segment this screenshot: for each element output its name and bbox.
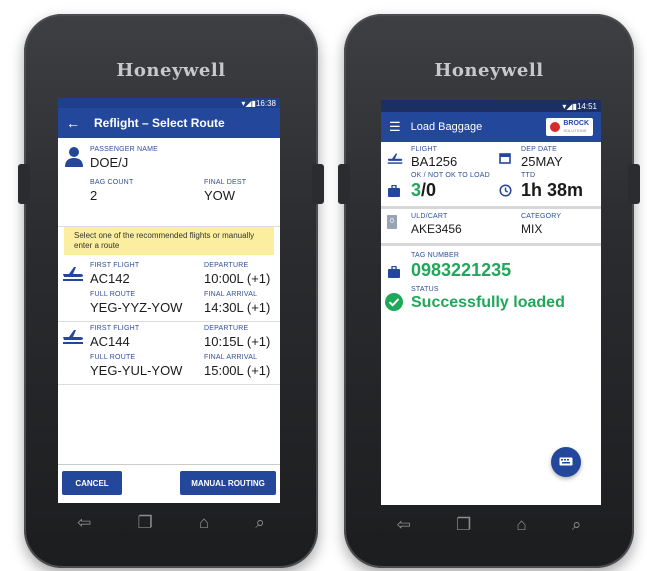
nav-home-icon[interactable]: ⌂ bbox=[199, 513, 209, 533]
brand-logo: Honeywell bbox=[434, 60, 544, 81]
plane-icon bbox=[387, 151, 403, 169]
brock-logo: BROCK SOLUTIONS bbox=[546, 118, 593, 136]
left-side-button bbox=[18, 164, 30, 204]
flight-option-2[interactable]: FIRST FLIGHT AC144 DEPARTURE 10:15L (+1)… bbox=[58, 322, 280, 385]
status-time: 14:51 bbox=[576, 101, 597, 111]
signal-icons: ▾◢▮ bbox=[562, 101, 577, 111]
keyboard-icon bbox=[559, 453, 573, 471]
tag-number: 0983221235 bbox=[411, 260, 512, 280]
passenger-name: DOE/J bbox=[90, 155, 129, 170]
page-title: Load Baggage bbox=[410, 121, 483, 133]
departure: 10:00L (+1) bbox=[204, 271, 271, 286]
logo-text: BROCK bbox=[563, 120, 589, 127]
route: YEG-YUL-YOW bbox=[90, 363, 183, 378]
status-time: 16:38 bbox=[255, 98, 276, 108]
final-dest-label: FINAL DEST bbox=[204, 179, 247, 186]
arrival: 15:00L (+1) bbox=[204, 363, 271, 378]
bag-count: 2 bbox=[90, 188, 98, 203]
route-label: FULL ROUTE bbox=[90, 354, 136, 361]
calendar-icon bbox=[499, 151, 511, 169]
passenger-name-label: PASSENGER NAME bbox=[90, 146, 159, 153]
keyboard-fab[interactable] bbox=[551, 447, 581, 477]
ttd-label: TTD bbox=[521, 172, 536, 179]
route-label: FULL ROUTE bbox=[90, 291, 136, 298]
button-bar: CANCEL MANUAL ROUTING bbox=[58, 464, 280, 503]
status-bar: ▾◢▮ 16:38 bbox=[58, 98, 280, 108]
logo-sub: SOLUTIONS bbox=[563, 128, 587, 133]
departure-label: DEPARTURE bbox=[204, 325, 249, 332]
nav-recent-icon[interactable]: ❐ bbox=[138, 513, 153, 533]
menu-icon[interactable]: ☰ bbox=[389, 119, 401, 135]
brand-logo: Honeywell bbox=[116, 60, 226, 81]
right-side-button bbox=[338, 164, 350, 204]
manual-routing-button[interactable]: MANUAL ROUTING bbox=[180, 471, 276, 495]
nav-search-icon[interactable]: ⌕ bbox=[255, 513, 265, 533]
final-dest: YOW bbox=[204, 188, 236, 203]
cancel-button[interactable]: CANCEL bbox=[62, 471, 122, 495]
flight-card: FLIGHT BA1256 DEP DATE 25MAY OK / NOT OK… bbox=[381, 142, 601, 209]
first-flight-label: FIRST FLIGHT bbox=[90, 262, 140, 269]
app-bar: ☰ Load Baggage BROCK SOLUTIONS bbox=[381, 112, 601, 142]
wifi-icon: ▾◢▮ bbox=[241, 98, 256, 108]
suitcase-icon bbox=[387, 184, 401, 202]
back-arrow-icon[interactable]: ← bbox=[66, 115, 80, 131]
nav-home-icon[interactable]: ⌂ bbox=[516, 515, 526, 535]
plane-icon bbox=[62, 328, 84, 349]
nav-bar: ⇦ ❐ ⌂ ⌕ bbox=[54, 506, 288, 540]
departure: 10:15L (+1) bbox=[204, 334, 271, 349]
bag-count-label: BAG COUNT bbox=[90, 179, 134, 186]
suitcase-icon bbox=[387, 265, 401, 283]
ttd-value: 1h 38m bbox=[521, 180, 584, 200]
notice-banner: Select one of the recommended flights or… bbox=[64, 227, 274, 255]
flight-option-1[interactable]: FIRST FLIGHT AC142 DEPARTURE 10:00L (+1)… bbox=[58, 259, 280, 322]
category-label: CATEGORY bbox=[521, 213, 562, 220]
dep-date: 25MAY bbox=[521, 154, 563, 169]
category-value: MIX bbox=[521, 222, 543, 236]
app-bar: ← Reflight – Select Route bbox=[58, 108, 280, 138]
dep-date-label: DEP DATE bbox=[521, 146, 557, 153]
first-flight: AC142 bbox=[90, 271, 130, 286]
ok-value: 3 bbox=[411, 180, 422, 200]
nav-recent-icon[interactable]: ❐ bbox=[456, 515, 471, 535]
first-flight-label: FIRST FLIGHT bbox=[90, 325, 140, 332]
flight-label: FLIGHT bbox=[411, 146, 438, 153]
status-label: STATUS bbox=[411, 286, 439, 293]
right-screen: ▾◢▮ 14:51 ☰ Load Baggage BROCK SOLUTIONS… bbox=[381, 100, 601, 505]
status-value: Successfully loaded bbox=[411, 294, 565, 311]
ok-label: OK / NOT OK TO LOAD bbox=[411, 172, 490, 179]
person-icon bbox=[64, 146, 84, 173]
first-flight: AC144 bbox=[90, 334, 130, 349]
nav-back-icon[interactable]: ⇦ bbox=[397, 515, 411, 535]
uld-value: AKE3456 bbox=[411, 222, 462, 236]
arrival-label: FINAL ARRIVAL bbox=[204, 291, 258, 298]
nav-bar: ⇦ ❐ ⌂ ⌕ bbox=[374, 508, 604, 542]
uld-card: 0 ULD/CART AKE3456 CATEGORY MIX bbox=[381, 209, 601, 246]
flight-number: BA1256 bbox=[411, 154, 458, 169]
arrival-label: FINAL ARRIVAL bbox=[204, 354, 258, 361]
clock-icon bbox=[499, 184, 512, 202]
plane-icon bbox=[62, 265, 84, 286]
tag-section: TAG NUMBER 0983221235 STATUS Successfull… bbox=[381, 246, 601, 326]
right-side-button-right bbox=[628, 164, 640, 204]
left-screen: ▾◢▮ 16:38 ← Reflight – Select Route PASS… bbox=[58, 98, 280, 503]
not-ok-value: /0 bbox=[421, 180, 437, 200]
tag-label: TAG NUMBER bbox=[411, 252, 460, 259]
passenger-card: PASSENGER NAME DOE/J BAG COUNT 2 FINAL D… bbox=[58, 138, 280, 227]
left-device: Honeywell ▾◢▮ 16:38 ← Reflight – Select … bbox=[18, 14, 324, 568]
status-bar: ▾◢▮ 14:51 bbox=[381, 100, 601, 112]
uld-badge: 0 bbox=[387, 215, 397, 229]
page-title: Reflight – Select Route bbox=[94, 116, 225, 130]
logo-mark-icon bbox=[550, 122, 561, 132]
arrival: 14:30L (+1) bbox=[204, 300, 271, 315]
right-device: Honeywell ▾◢▮ 14:51 ☰ Load Baggage BROCK… bbox=[338, 14, 640, 568]
nav-back-icon[interactable]: ⇦ bbox=[77, 513, 91, 533]
ok-count: 3/0 bbox=[411, 180, 436, 201]
nav-search-icon[interactable]: ⌕ bbox=[572, 515, 582, 535]
departure-label: DEPARTURE bbox=[204, 262, 249, 269]
left-side-button-right bbox=[312, 164, 324, 204]
route: YEG-YYZ-YOW bbox=[90, 300, 183, 315]
uld-label: ULD/CART bbox=[411, 213, 448, 220]
check-circle-icon bbox=[385, 293, 403, 316]
